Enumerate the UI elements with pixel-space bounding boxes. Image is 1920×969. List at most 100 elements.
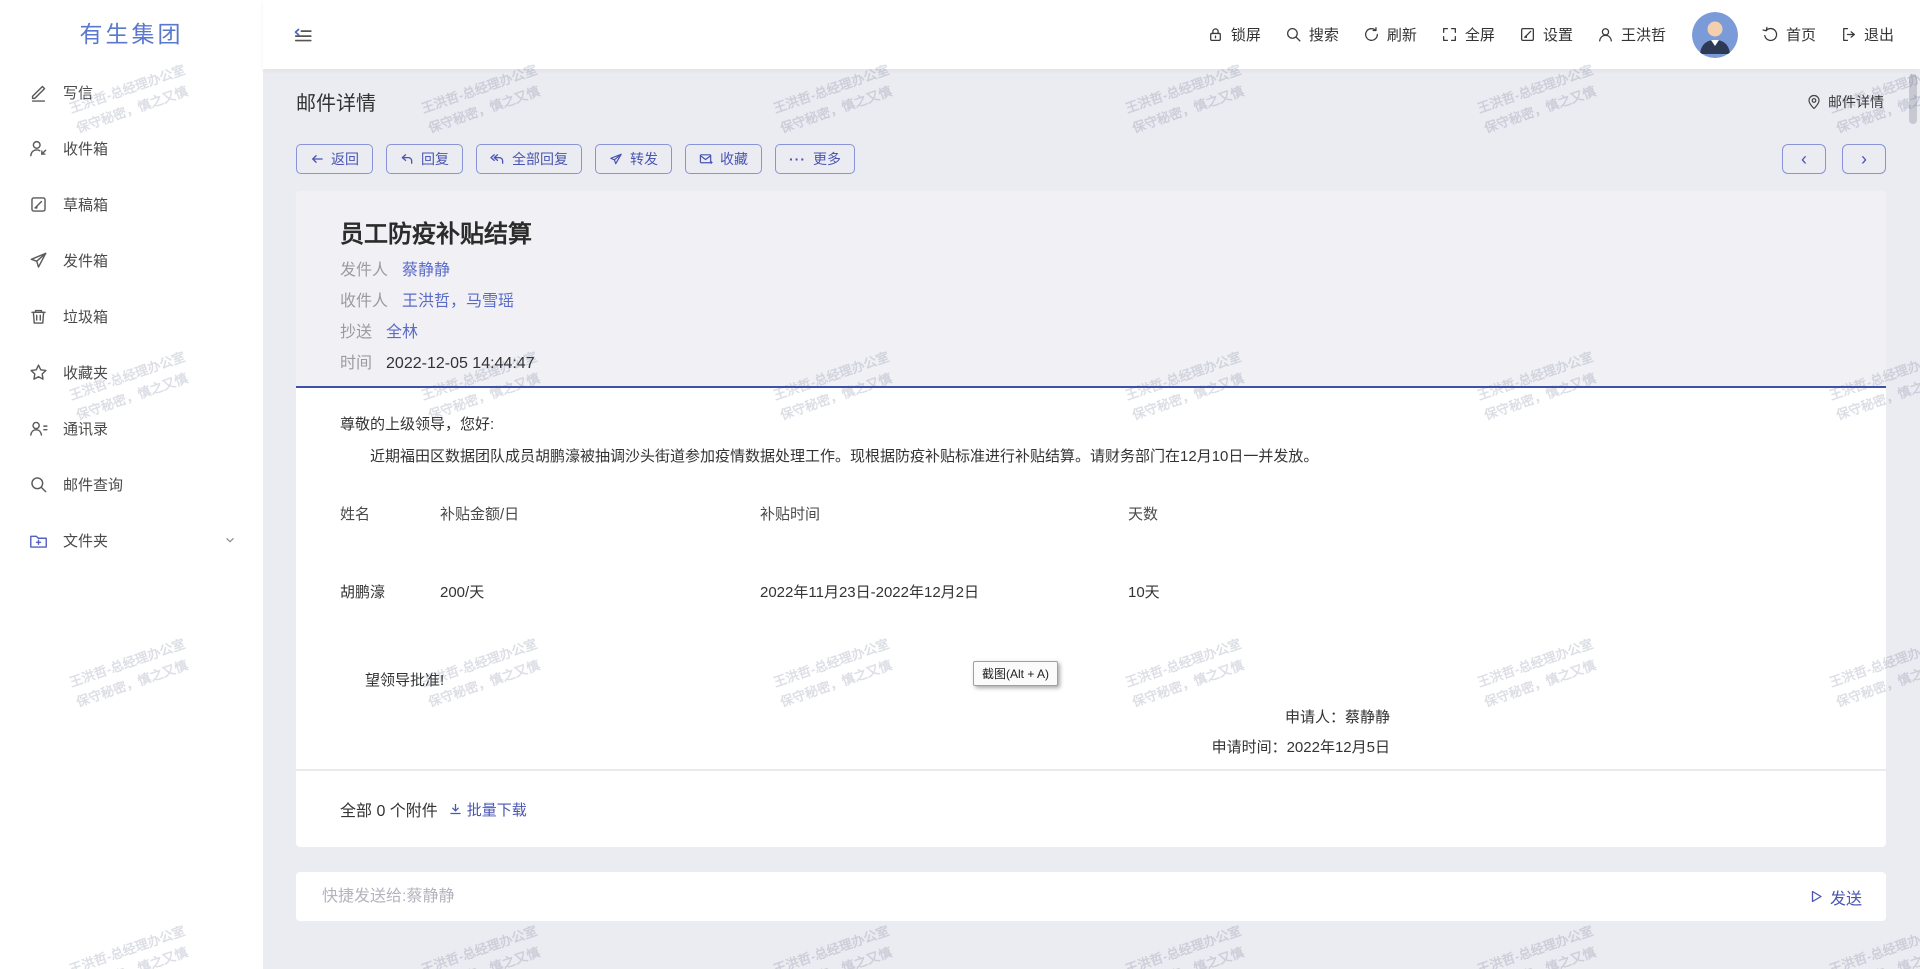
button-label: 更多 xyxy=(813,149,841,169)
forward-icon xyxy=(609,152,623,166)
sidebar-item-trash[interactable]: 垃圾箱 xyxy=(0,288,263,344)
apply-time-label: 申请时间： xyxy=(1212,739,1287,756)
sidebar-item-favorites[interactable]: 收藏夹 xyxy=(0,344,263,400)
refresh-button[interactable]: 刷新 xyxy=(1363,24,1417,45)
app-logo: 有生集团 xyxy=(0,0,263,64)
sidebar-item-label: 文件夹 xyxy=(63,530,108,551)
search-icon xyxy=(29,475,48,494)
table-header-cell: 补贴时间 xyxy=(760,504,1128,526)
home-button[interactable]: 首页 xyxy=(1762,24,1816,45)
applicant-label: 申请人： xyxy=(1285,709,1345,726)
mail-header: 员工防疫补贴结算 发件人 蔡静静 收件人 王洪哲，马雪瑶 抄送 全林 时间 20… xyxy=(296,191,1886,388)
home-icon xyxy=(1762,26,1779,43)
lock-screen-button[interactable]: 锁屏 xyxy=(1207,24,1261,45)
reply-icon xyxy=(400,152,414,166)
menu-fold-icon[interactable] xyxy=(293,25,313,45)
time-label: 时间 xyxy=(340,353,372,375)
scrollbar-thumb[interactable] xyxy=(1909,74,1917,124)
send-icon xyxy=(29,251,48,270)
attachments-summary: 全部 0 个附件 xyxy=(340,797,438,821)
from-label: 发件人 xyxy=(340,260,388,282)
reply-button[interactable]: 回复 xyxy=(386,144,463,174)
subsidy-table: 姓名 补贴金额/日 补贴时间 天数 胡鹏濠 200/天 2022年11月23日-… xyxy=(340,504,1842,604)
table-header-cell: 姓名 xyxy=(340,504,440,526)
screenshot-tooltip: 截图(Alt + A) xyxy=(973,661,1058,686)
logout-icon xyxy=(1840,26,1857,43)
location-pin-icon xyxy=(1806,94,1822,110)
settings-button[interactable]: 设置 xyxy=(1519,24,1573,45)
sidebar-item-label: 收藏夹 xyxy=(63,362,108,383)
cc-label: 抄送 xyxy=(340,322,372,344)
more-button[interactable]: ··· 更多 xyxy=(775,144,855,174)
more-icon: ··· xyxy=(789,154,806,164)
table-cell: 胡鹏濠 xyxy=(340,582,440,604)
mail-pager: ‹ › xyxy=(1782,144,1886,174)
applicant-block: 申请人：蔡静静 申请时间：2022年12月5日 xyxy=(1212,703,1390,763)
draft-icon xyxy=(29,195,48,214)
fullscreen-button[interactable]: 全屏 xyxy=(1441,24,1495,45)
send-label: 发送 xyxy=(1830,885,1862,909)
settings-icon xyxy=(1519,26,1536,43)
button-label: 转发 xyxy=(630,149,658,169)
sidebar-item-label: 写信 xyxy=(63,82,93,103)
search-icon xyxy=(1285,26,1302,43)
mail-time-row: 时间 2022-12-05 14:44:47 xyxy=(340,353,1886,375)
action-label: 刷新 xyxy=(1387,24,1417,45)
applicant-line: 申请人：蔡静静 xyxy=(1212,703,1390,733)
breadcrumb: 邮件详情 xyxy=(1806,92,1884,112)
sidebar-item-mail-search[interactable]: 邮件查询 xyxy=(0,456,263,512)
apply-time-value: 2022年12月5日 xyxy=(1287,739,1390,756)
from-value[interactable]: 蔡静静 xyxy=(402,260,450,282)
action-label: 锁屏 xyxy=(1231,24,1261,45)
button-label: 回复 xyxy=(421,149,449,169)
applicant-value: 蔡静静 xyxy=(1345,709,1390,726)
sidebar-item-folders[interactable]: 文件夹 xyxy=(0,512,263,568)
sidebar-item-label: 发件箱 xyxy=(63,250,108,271)
inbox-icon xyxy=(29,139,48,158)
logout-button[interactable]: 退出 xyxy=(1840,24,1894,45)
search-button[interactable]: 搜索 xyxy=(1285,24,1339,45)
mail-closing: 望领导批准! xyxy=(365,670,1842,692)
sidebar-item-contacts[interactable]: 通讯录 xyxy=(0,400,263,456)
reply-all-button[interactable]: 全部回复 xyxy=(476,144,582,174)
mail-card: 员工防疫补贴结算 发件人 蔡静静 收件人 王洪哲，马雪瑶 抄送 全林 时间 20… xyxy=(296,191,1886,847)
sidebar-item-label: 通讯录 xyxy=(63,418,108,439)
time-value: 2022-12-05 14:44:47 xyxy=(386,353,535,375)
prev-mail-button[interactable]: ‹ xyxy=(1782,144,1826,174)
send-triangle-icon xyxy=(1809,889,1824,904)
cc-value[interactable]: 全林 xyxy=(386,322,418,344)
page-title: 邮件详情 xyxy=(296,87,376,116)
batch-download-link[interactable]: 批量下载 xyxy=(448,799,527,820)
back-button[interactable]: 返回 xyxy=(296,144,373,174)
to-label: 收件人 xyxy=(340,291,388,313)
table-header-cell: 天数 xyxy=(1128,504,1842,526)
send-button[interactable]: 发送 xyxy=(1809,885,1862,909)
sidebar-item-label: 邮件查询 xyxy=(63,474,123,495)
mail-cc-row: 抄送 全林 xyxy=(340,322,1886,344)
sidebar-item-inbox[interactable]: 收件箱 xyxy=(0,120,263,176)
table-cell: 10天 xyxy=(1128,582,1842,604)
main-content: 邮件详情 邮件详情 返回 回复 全部回复 转发 收藏 ··· 更多 xyxy=(263,69,1920,969)
table-cell: 2022年11月23日-2022年12月2日 xyxy=(760,582,1128,604)
quick-send-input[interactable] xyxy=(320,887,1809,907)
sidebar: 有生集团 写信 收件箱 草稿箱 发件箱 垃圾箱 收藏夹 通讯录 xyxy=(0,0,263,969)
fullscreen-icon xyxy=(1441,26,1458,43)
current-user-button[interactable]: 王洪哲 xyxy=(1597,24,1666,45)
button-label: 返回 xyxy=(331,149,359,169)
sidebar-item-compose[interactable]: 写信 xyxy=(0,64,263,120)
mail-greeting: 尊敬的上级领导，您好: xyxy=(340,414,1842,436)
sidebar-item-drafts[interactable]: 草稿箱 xyxy=(0,176,263,232)
sidebar-item-label: 草稿箱 xyxy=(63,194,108,215)
action-label: 首页 xyxy=(1786,24,1816,45)
sidebar-item-sent[interactable]: 发件箱 xyxy=(0,232,263,288)
favorite-button[interactable]: 收藏 xyxy=(685,144,762,174)
button-label: 收藏 xyxy=(720,149,748,169)
table-cell: 200/天 xyxy=(440,582,760,604)
chevron-down-icon[interactable] xyxy=(223,533,237,547)
mail-paragraph: 近期福田区数据团队成员胡鹏濠被抽调沙头街道参加疫情数据处理工作。现根据防疫补贴标… xyxy=(340,446,1842,468)
to-value[interactable]: 王洪哲，马雪瑶 xyxy=(402,291,514,313)
forward-button[interactable]: 转发 xyxy=(595,144,672,174)
avatar[interactable] xyxy=(1692,12,1738,58)
next-mail-button[interactable]: › xyxy=(1842,144,1886,174)
sidebar-item-label: 收件箱 xyxy=(63,138,108,159)
